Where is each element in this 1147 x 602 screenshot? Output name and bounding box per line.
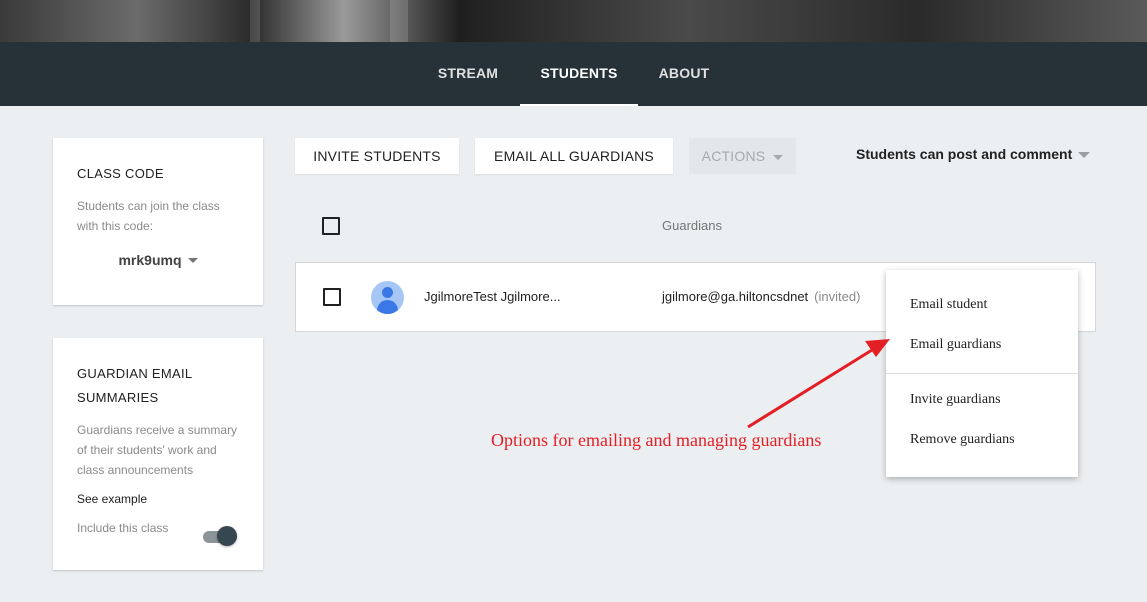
guardian-status: (invited)	[814, 289, 861, 304]
student-name[interactable]: JgilmoreTest Jgilmore...	[424, 289, 561, 304]
actions-button[interactable]: ACTIONS	[689, 138, 796, 174]
invite-students-button[interactable]: INVITE STUDENTS	[295, 138, 459, 174]
row-checkbox[interactable]	[323, 288, 341, 306]
tab-stream[interactable]: STREAM	[428, 42, 508, 106]
invite-students-label: INVITE STUDENTS	[313, 148, 441, 164]
tab-about[interactable]: ABOUT	[650, 42, 718, 106]
menu-item-email-guardians[interactable]: Email guardians	[910, 337, 1001, 353]
email-all-guardians-label: EMAIL ALL GUARDIANS	[494, 148, 654, 164]
class-code-card: CLASS CODE Students can join the class w…	[53, 138, 263, 305]
guardians-column-header: Guardians	[662, 218, 722, 233]
active-tab-indicator	[520, 104, 638, 106]
person-icon	[382, 287, 393, 298]
tab-about-label: ABOUT	[658, 65, 710, 81]
actions-label: ACTIONS	[701, 148, 766, 164]
person-icon-body	[377, 300, 398, 314]
student-permission-dropdown[interactable]: Students can post and comment	[856, 146, 1072, 162]
tab-stream-label: STREAM	[437, 65, 499, 81]
guardian-email-cell: jgilmore@ga.hiltoncsdnet (invited)	[662, 289, 860, 304]
avatar	[371, 281, 404, 314]
tab-students[interactable]: STUDENTS	[520, 42, 638, 106]
banner-highlight	[390, 0, 408, 42]
menu-item-remove-guardians[interactable]: Remove guardians	[910, 432, 1015, 448]
see-example-link[interactable]: See example	[77, 492, 239, 506]
header-banner-image	[0, 0, 1147, 42]
class-code-value: mrk9umq	[118, 252, 182, 268]
banner-highlight	[250, 0, 260, 42]
class-nav-bar: STREAM STUDENTS ABOUT	[0, 42, 1147, 106]
guardian-options-menu: Email student Email guardians Invite gua…	[886, 270, 1078, 477]
annotation-text: Options for emailing and managing guardi…	[491, 430, 822, 450]
menu-item-email-student[interactable]: Email student	[910, 297, 987, 313]
guardian-email: jgilmore@ga.hiltoncsdnet	[662, 289, 809, 304]
guardian-summaries-title: GUARDIAN EMAIL SUMMARIES	[77, 366, 192, 405]
chevron-down-icon	[773, 154, 784, 160]
guardian-summaries-description: Guardians receive a summary of their stu…	[77, 423, 238, 477]
arrow-shaft	[747, 348, 873, 429]
class-code-dropdown[interactable]: mrk9umq	[77, 252, 239, 268]
toggle-thumb	[217, 526, 237, 546]
class-code-title: CLASS CODE	[77, 166, 164, 181]
tab-students-label: STUDENTS	[540, 65, 618, 81]
include-class-toggle[interactable]	[201, 526, 239, 546]
chevron-down-icon[interactable]	[1078, 152, 1090, 158]
class-code-description: Students can join the class with this co…	[77, 199, 220, 233]
menu-divider	[886, 373, 1078, 374]
email-all-guardians-button[interactable]: EMAIL ALL GUARDIANS	[475, 138, 673, 174]
menu-item-invite-guardians[interactable]: Invite guardians	[910, 392, 1001, 408]
chevron-down-icon	[187, 257, 198, 263]
select-all-checkbox[interactable]	[322, 217, 340, 235]
